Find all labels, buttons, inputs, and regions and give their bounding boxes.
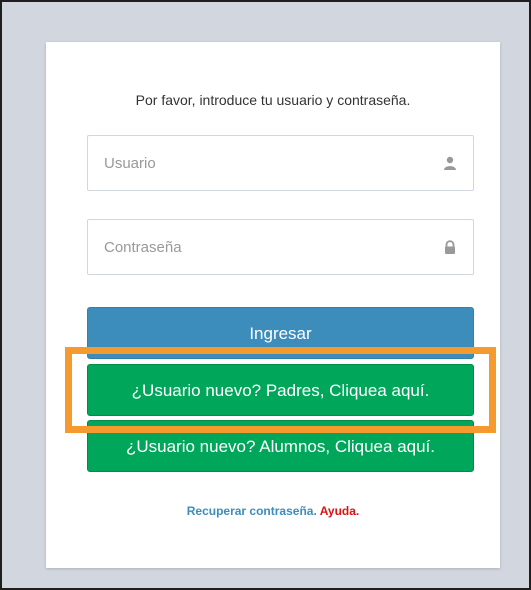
user-icon: [444, 156, 456, 170]
recover-password-link[interactable]: Recuperar contraseña.: [187, 504, 317, 518]
login-message: Por favor, introduce tu usuario y contra…: [135, 92, 411, 108]
help-link[interactable]: Ayuda.: [320, 504, 360, 518]
username-input[interactable]: [88, 136, 473, 190]
password-input[interactable]: [88, 220, 473, 274]
username-field: [87, 135, 474, 191]
lock-icon: [445, 240, 455, 254]
login-box: Por favor, introduce tu usuario y contra…: [46, 42, 500, 568]
footer-links: Recuperar contraseña. Ayuda.: [46, 504, 500, 518]
screenshot-frame: Por favor, introduce tu usuario y contra…: [0, 0, 531, 590]
password-field: [87, 219, 474, 275]
highlight-box: [65, 347, 496, 433]
